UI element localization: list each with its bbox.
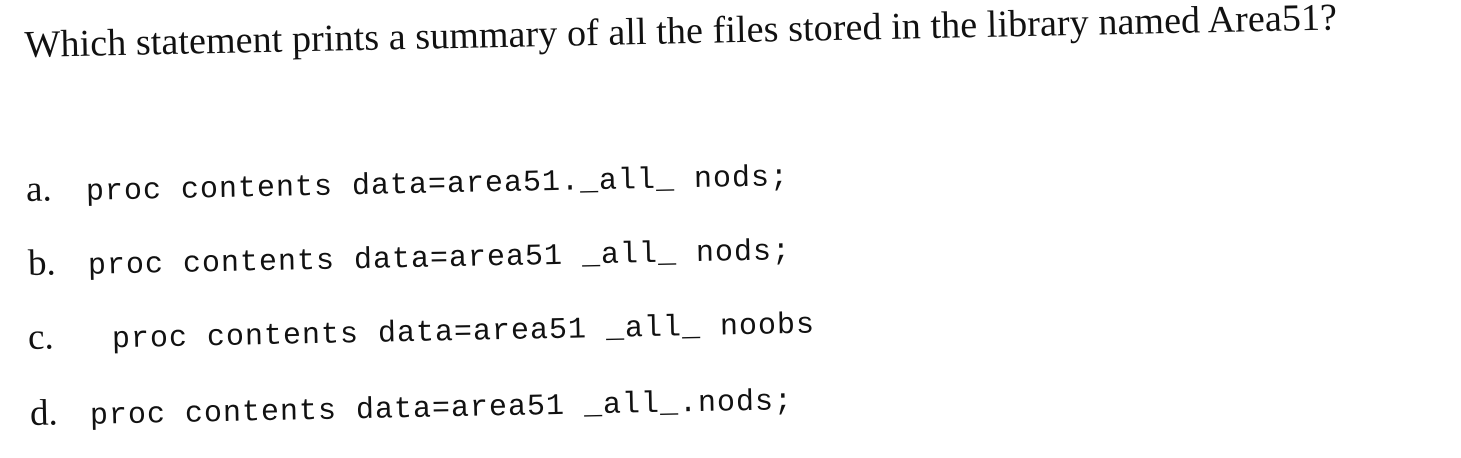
option-b-code: proc contents data=area51 _all_ nods; — [87, 235, 792, 284]
option-a: a. proc contents data=area51._all_ nods; — [26, 154, 790, 214]
option-c: c. proc contents data=area51 _all_ noobs — [28, 302, 816, 362]
scanned-page: Which statement prints a summary of all … — [0, 0, 1461, 458]
option-c-code: proc contents data=area51 _all_ noobs — [111, 308, 816, 358]
option-b-letter: b. — [27, 242, 57, 284]
option-d-code: proc contents data=area51 _all_.nods; — [89, 385, 794, 434]
option-a-code: proc contents data=area51._all_ nods; — [85, 161, 790, 210]
option-b: b. proc contents data=area51 _all_ nods; — [28, 228, 792, 288]
option-d-letter: d. — [29, 392, 59, 434]
option-a-letter: a. — [25, 168, 53, 210]
answer-options: a. proc contents data=area51._all_ nods; … — [0, 0, 1461, 458]
option-d: d. proc contents data=area51 _all_.nods; — [30, 378, 794, 438]
option-c-letter: c. — [27, 316, 55, 358]
